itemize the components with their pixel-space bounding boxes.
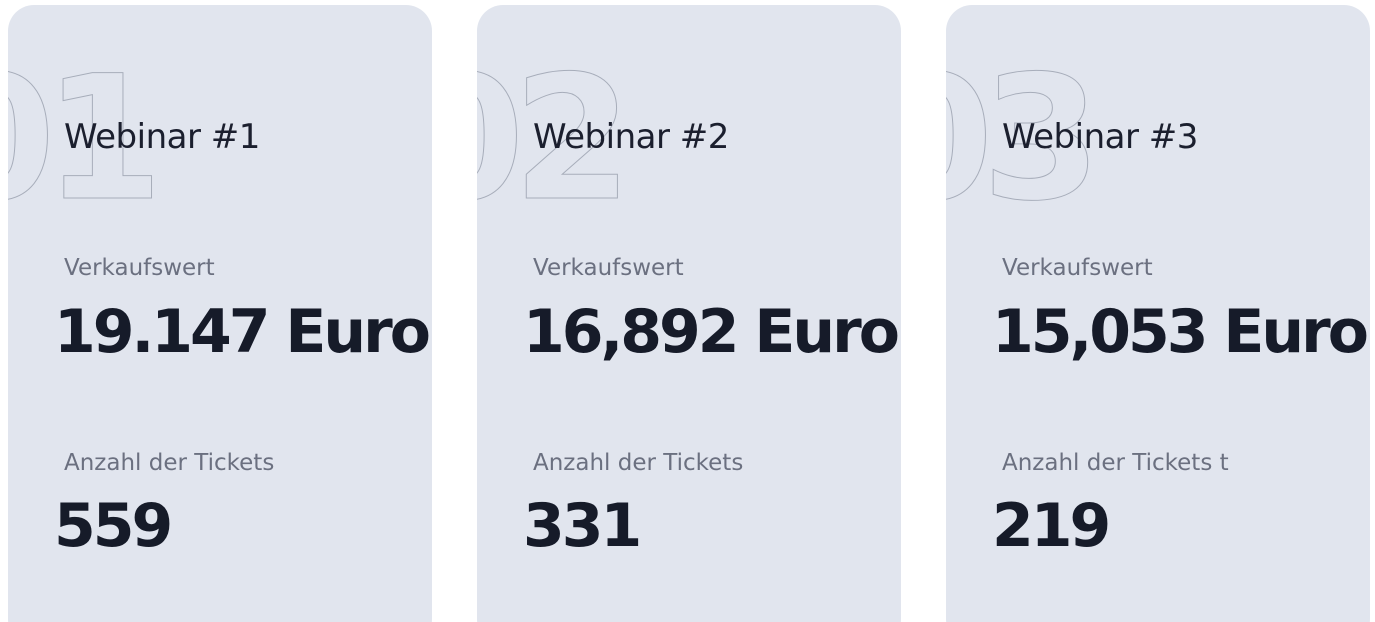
sales-label: Verkaufswert (1002, 255, 1153, 281)
card-title: Webinar #1 (64, 117, 260, 157)
tickets-label: Anzahl der Tickets (533, 450, 744, 476)
sales-value: 16,892 Euro (523, 297, 900, 367)
sales-label: Verkaufswert (533, 255, 684, 281)
card-title: Webinar #3 (1002, 117, 1198, 157)
webinar-card-1: 01 Webinar #1 Verkaufswert 19.147 Euro A… (8, 5, 432, 622)
tickets-label: Anzahl der Tickets t (1002, 450, 1229, 476)
sales-value: 19.147 Euro (54, 297, 431, 367)
tickets-value: 331 (523, 491, 642, 561)
sales-value: 15,053 Euro (992, 297, 1369, 367)
tickets-label: Anzahl der Tickets (64, 450, 275, 476)
tickets-value: 219 (992, 491, 1111, 561)
webinar-card-2: 02 Webinar #2 Verkaufswert 16,892 Euro A… (477, 5, 901, 622)
card-title: Webinar #2 (533, 117, 729, 157)
webinar-card-3: 03 Webinar #3 Verkaufswert 15,053 Euro A… (946, 5, 1370, 622)
sales-label: Verkaufswert (64, 255, 215, 281)
tickets-value: 559 (54, 491, 173, 561)
webinar-cards: 01 Webinar #1 Verkaufswert 19.147 Euro A… (0, 0, 1375, 622)
